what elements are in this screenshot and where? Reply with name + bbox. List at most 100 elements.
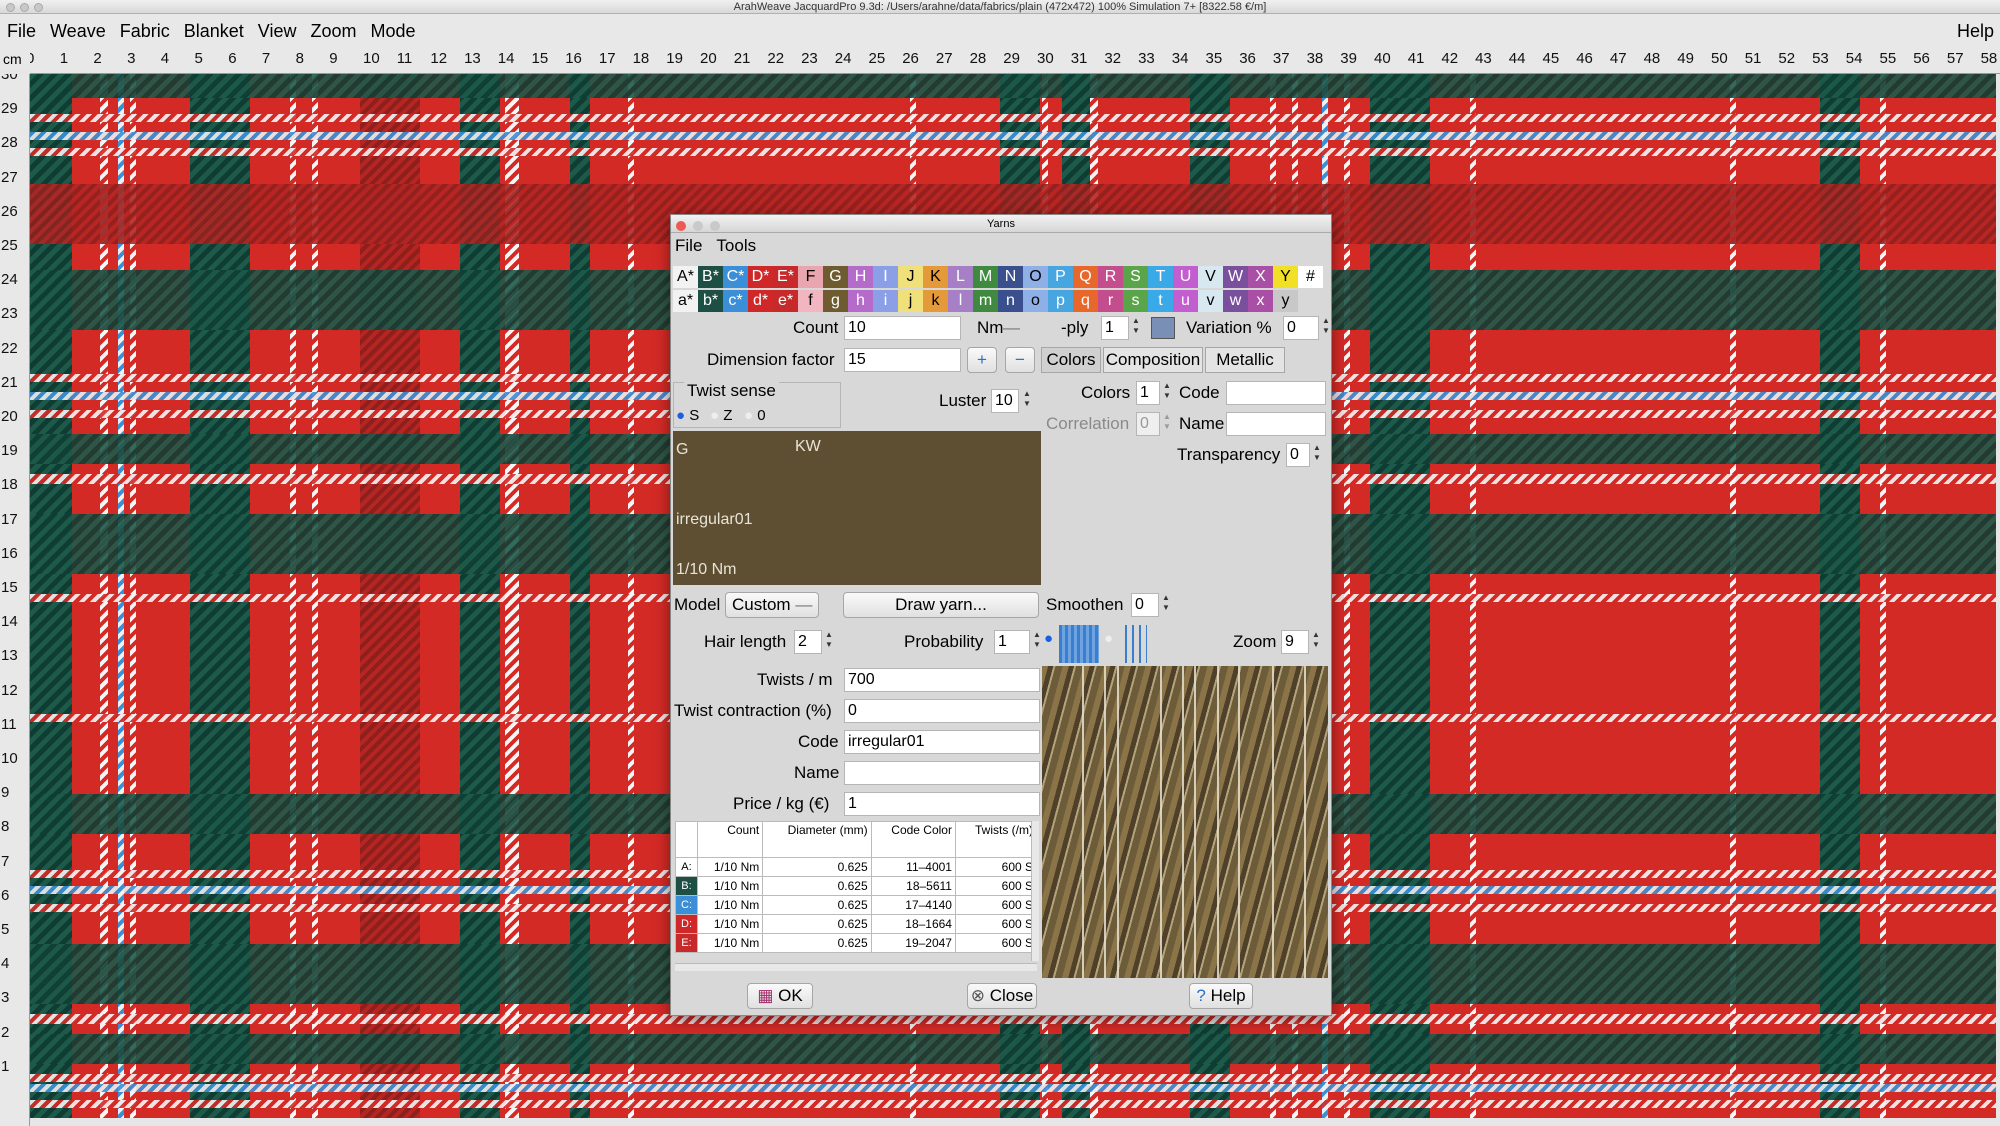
yarn-swatch[interactable]: f xyxy=(798,290,823,312)
tab-colors[interactable]: Colors xyxy=(1041,347,1101,373)
table-row[interactable]: A: 1/10 Nm 0.625 11–4001 600 S xyxy=(675,857,1038,877)
probability-spinner[interactable]: ▲ ▼ xyxy=(1032,630,1042,654)
yarn-swatch[interactable]: B* xyxy=(698,266,723,288)
variation-spinner[interactable]: ▲ ▼ xyxy=(1321,316,1331,340)
yarn-swatch[interactable]: m xyxy=(973,290,998,312)
yarn-swatch[interactable]: o xyxy=(1023,290,1048,312)
yarn-swatch[interactable]: D* xyxy=(748,266,773,288)
menu-view[interactable]: View xyxy=(251,21,304,42)
yarn-brush-icon[interactable] xyxy=(1151,317,1175,339)
yarn-swatch[interactable]: X xyxy=(1248,266,1273,288)
yarn-swatch[interactable]: g xyxy=(823,290,848,312)
table-header[interactable]: Count xyxy=(696,821,764,858)
dimension-factor-input[interactable] xyxy=(844,348,961,372)
yarn-swatch[interactable]: F xyxy=(798,266,823,288)
yarn-swatch[interactable]: n xyxy=(998,290,1023,312)
colors-count-spinner[interactable]: ▲ ▼ xyxy=(1162,381,1172,405)
yarn-swatch[interactable]: U xyxy=(1173,266,1198,288)
yarn-swatch[interactable]: k xyxy=(923,290,948,312)
yarn-swatch[interactable]: N xyxy=(998,266,1023,288)
yarn-swatch[interactable]: V xyxy=(1198,266,1223,288)
yarn-swatch[interactable]: H xyxy=(848,266,873,288)
smoothen-spinner[interactable]: ▲ ▼ xyxy=(1161,593,1171,617)
twist-none-radio[interactable]: ● 0 xyxy=(744,407,766,424)
yarn-swatch[interactable]: y xyxy=(1273,290,1298,312)
variation-input[interactable] xyxy=(1283,316,1319,340)
yarn-swatch[interactable]: v xyxy=(1198,290,1223,312)
luster-spinner[interactable]: ▲ ▼ xyxy=(1022,389,1032,413)
yarns-menu-file[interactable]: File xyxy=(675,236,702,256)
table-row[interactable]: C: 1/10 Nm 0.625 17–4140 600 S xyxy=(675,895,1038,915)
help-button[interactable]: ? Help xyxy=(1189,983,1253,1009)
twist-z-radio[interactable]: ● Z xyxy=(710,407,732,424)
menu-weave[interactable]: Weave xyxy=(43,21,113,42)
hair-style-1-icon[interactable] xyxy=(1059,625,1099,663)
color-code-input[interactable] xyxy=(1226,381,1326,405)
zoom-spinner[interactable]: ▲ ▼ xyxy=(1311,630,1321,654)
table-header[interactable]: Diameter (mm) xyxy=(762,821,872,858)
yarn-swatch[interactable]: # xyxy=(1298,266,1323,288)
yarn-swatch[interactable]: R xyxy=(1098,266,1123,288)
yarn-swatch[interactable]: x xyxy=(1248,290,1273,312)
hair-style-radio-1[interactable]: ● xyxy=(1044,630,1053,647)
twists-per-m-input[interactable] xyxy=(844,668,1040,692)
yarn-swatch[interactable]: W xyxy=(1223,266,1248,288)
yarn-swatch[interactable]: t xyxy=(1148,290,1173,312)
yarn-swatch[interactable]: p xyxy=(1048,290,1073,312)
probability-input[interactable] xyxy=(994,630,1030,654)
zoom-input[interactable] xyxy=(1281,630,1309,654)
menu-mode[interactable]: Mode xyxy=(364,21,423,42)
twist-contraction-input[interactable] xyxy=(844,699,1040,723)
price-input[interactable] xyxy=(844,792,1040,816)
menu-help[interactable]: Help xyxy=(1957,21,1994,42)
yarn-swatch[interactable]: b* xyxy=(698,290,723,312)
close-button[interactable]: ⊗ Close xyxy=(967,983,1037,1009)
yarn-swatch[interactable]: h xyxy=(848,290,873,312)
yarn-swatch[interactable]: M xyxy=(973,266,998,288)
yarn-swatch[interactable]: O xyxy=(1023,266,1048,288)
table-header[interactable] xyxy=(675,821,698,858)
yarn-swatch[interactable]: u xyxy=(1173,290,1198,312)
menu-blanket[interactable]: Blanket xyxy=(177,21,251,42)
hair-style-2-icon[interactable] xyxy=(1125,625,1147,663)
yarn-swatch[interactable]: E* xyxy=(773,266,798,288)
count-unit-select[interactable]: Nm xyxy=(977,318,1003,338)
tab-composition[interactable]: Composition xyxy=(1103,347,1203,373)
yarn-swatch[interactable]: w xyxy=(1223,290,1248,312)
colors-count-input[interactable] xyxy=(1136,381,1160,405)
plus-button[interactable]: + xyxy=(967,347,997,373)
ply-input[interactable] xyxy=(1101,316,1129,340)
hair-style-radio-2[interactable]: ● xyxy=(1104,630,1113,647)
yarn-swatch[interactable]: s xyxy=(1123,290,1148,312)
code-input[interactable] xyxy=(844,730,1040,754)
transparency-input[interactable] xyxy=(1286,443,1310,467)
name-input[interactable] xyxy=(844,761,1040,785)
yarn-swatch[interactable]: l xyxy=(948,290,973,312)
table-header[interactable]: Code Color xyxy=(870,821,956,858)
smoothen-input[interactable] xyxy=(1131,593,1159,617)
yarns-menu-tools[interactable]: Tools xyxy=(716,236,756,256)
yarn-swatch[interactable]: L xyxy=(948,266,973,288)
tab-metallic[interactable]: Metallic xyxy=(1205,347,1285,373)
yarn-swatch[interactable]: Y xyxy=(1273,266,1298,288)
hair-length-input[interactable] xyxy=(794,630,822,654)
ply-spinner[interactable]: ▲ ▼ xyxy=(1131,316,1141,340)
table-header[interactable]: Twists (/m) xyxy=(954,821,1038,858)
top-ruler[interactable]: 0123456789101112131415161718192021222324… xyxy=(30,48,2000,74)
hair-length-spinner[interactable]: ▲ ▼ xyxy=(824,630,834,654)
yarn-swatch[interactable]: T xyxy=(1148,266,1173,288)
color-name-input[interactable] xyxy=(1226,412,1326,436)
table-row[interactable]: E: 1/10 Nm 0.625 19–2047 600 S xyxy=(675,933,1038,953)
yarn-simulation-image[interactable] xyxy=(1042,666,1328,978)
yarn-swatch[interactable]: d* xyxy=(748,290,773,312)
yarn-swatch[interactable]: j xyxy=(898,290,923,312)
close-window-icon[interactable] xyxy=(676,221,686,231)
table-row[interactable]: B: 1/10 Nm 0.625 18–5611 600 S xyxy=(675,876,1038,896)
yarn-swatch[interactable]: a* xyxy=(673,290,698,312)
minus-button[interactable]: − xyxy=(1005,347,1035,373)
yarn-swatch[interactable]: q xyxy=(1073,290,1098,312)
ok-button[interactable]: ▦ OK xyxy=(747,983,813,1009)
table-row[interactable]: D: 1/10 Nm 0.625 18–1664 600 S xyxy=(675,914,1038,934)
twist-s-radio[interactable]: ● S xyxy=(676,407,699,424)
yarn-swatch[interactable]: A* xyxy=(673,266,698,288)
